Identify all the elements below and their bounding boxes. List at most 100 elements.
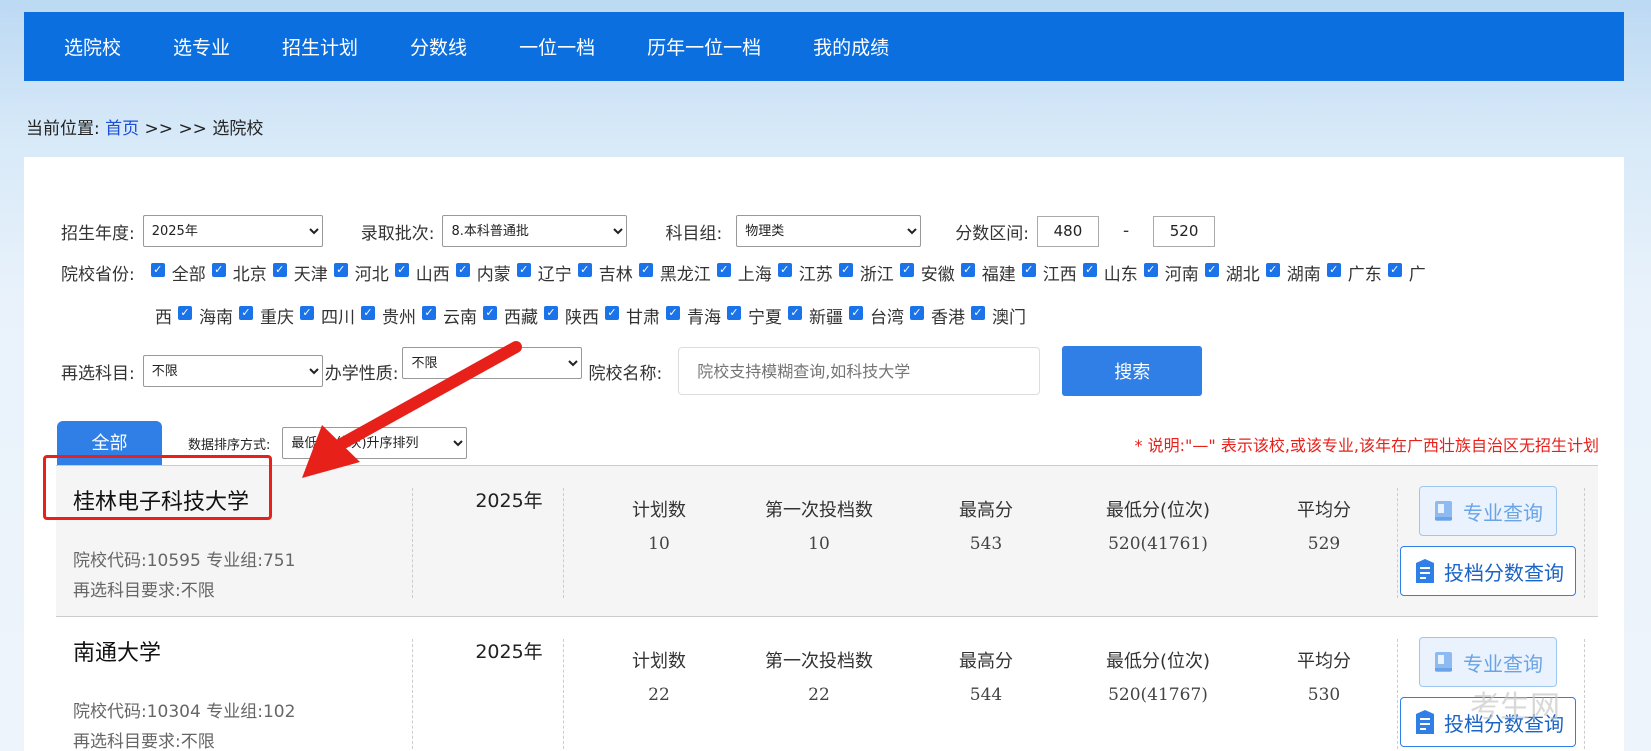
- checkbox-checked-icon[interactable]: ✓: [727, 305, 741, 320]
- document-chart-icon: [1416, 710, 1434, 734]
- province-option[interactable]: ✓ 甘肃: [605, 303, 660, 328]
- province-option[interactable]: ✓ 青海: [666, 303, 721, 328]
- checkbox-checked-icon[interactable]: ✓: [516, 262, 531, 277]
- stat-header: 第一次投档数: [765, 500, 873, 521]
- province-option[interactable]: ✓ 浙江: [838, 260, 894, 285]
- search-button[interactable]: 搜索: [1062, 346, 1203, 396]
- province-option[interactable]: ✓ 天津: [272, 260, 328, 285]
- sort-select[interactable]: 最低分(位次)升序排列: [282, 427, 468, 459]
- province-name: 辽宁: [537, 265, 572, 285]
- checkbox-checked-icon[interactable]: ✓: [1204, 262, 1219, 277]
- nature-select[interactable]: 不限: [402, 347, 583, 379]
- nav-enrollment-plan[interactable]: 招生计划: [282, 33, 358, 60]
- checkbox-checked-icon[interactable]: ✓: [361, 305, 375, 320]
- score-min-input[interactable]: [1036, 215, 1099, 247]
- breadcrumb-home-link[interactable]: 首页: [105, 119, 139, 139]
- checkbox-checked-icon[interactable]: ✓: [838, 262, 853, 277]
- checkbox-checked-icon[interactable]: ✓: [605, 305, 619, 320]
- school-name[interactable]: 南通大学: [73, 635, 161, 667]
- province-option[interactable]: ✓ 黑龙江: [638, 260, 711, 285]
- province-option[interactable]: ✓ 河北: [333, 260, 389, 285]
- checkbox-checked-icon[interactable]: ✓: [455, 262, 470, 277]
- checkbox-checked-icon[interactable]: ✓: [394, 262, 409, 277]
- province-option[interactable]: ✓ 北京: [211, 260, 267, 285]
- checkbox-checked-icon[interactable]: ✓: [1143, 262, 1158, 277]
- province-option[interactable]: ✓ 香港: [910, 303, 965, 328]
- subject-group-select[interactable]: 物理类: [736, 215, 922, 247]
- checkbox-checked-icon[interactable]: ✓: [272, 262, 287, 277]
- province-option[interactable]: ✓ 上海: [716, 260, 772, 285]
- result-card: 南通大学 院校代码:10304 专业组:102 再选科目要求:不限 2025年 …: [56, 617, 1598, 751]
- nav-select-major[interactable]: 选专业: [173, 33, 230, 60]
- major-query-button[interactable]: 专业查询: [1419, 486, 1557, 536]
- province-option[interactable]: ✓ 广东: [1326, 260, 1382, 285]
- province-option[interactable]: ✓ 西藏: [483, 303, 538, 328]
- checkbox-checked-icon[interactable]: ✓: [971, 305, 985, 320]
- major-query-button[interactable]: 专业查询: [1419, 637, 1557, 687]
- province-option[interactable]: ✓ 湖南: [1265, 260, 1321, 285]
- checkbox-checked-icon[interactable]: ✓: [577, 262, 592, 277]
- checkbox-checked-icon[interactable]: ✓: [666, 305, 680, 320]
- province-option[interactable]: ✓ 新疆: [788, 303, 843, 328]
- province-option[interactable]: ✓ 福建: [960, 260, 1016, 285]
- province-option[interactable]: ✓ 全部: [150, 260, 206, 285]
- reselect-select[interactable]: 不限: [142, 355, 323, 387]
- year-select[interactable]: 2025年: [142, 215, 323, 247]
- stat-value: 544: [969, 685, 1003, 705]
- checkbox-checked-icon[interactable]: ✓: [333, 262, 348, 277]
- province-option[interactable]: ✓ 云南: [422, 303, 477, 328]
- checkbox-checked-icon[interactable]: ✓: [1265, 262, 1280, 277]
- stat-min-score: 最低分(位次) 520(41761): [1073, 496, 1243, 554]
- checkbox-checked-icon[interactable]: ✓: [1326, 262, 1341, 277]
- checkbox-checked-icon[interactable]: ✓: [178, 305, 192, 320]
- province-option[interactable]: ✓ 吉林: [577, 260, 633, 285]
- checkbox-checked-icon[interactable]: ✓: [300, 305, 314, 320]
- checkbox-checked-icon[interactable]: ✓: [777, 262, 792, 277]
- checkbox-checked-icon[interactable]: ✓: [638, 262, 653, 277]
- stat-min-score: 最低分(位次) 520(41767): [1073, 647, 1243, 705]
- province-option[interactable]: ✓ 贵州: [361, 303, 416, 328]
- checkbox-checked-icon[interactable]: ✓: [716, 262, 731, 277]
- checkbox-checked-icon[interactable]: ✓: [849, 305, 863, 320]
- checkbox-checked-icon[interactable]: ✓: [211, 262, 226, 277]
- nav-history-ranking[interactable]: 历年一位一档: [647, 33, 761, 60]
- province-option[interactable]: ✓ 山西: [394, 260, 450, 285]
- checkbox-checked-icon[interactable]: ✓: [1082, 262, 1097, 277]
- province-option[interactable]: ✓ 澳门: [971, 303, 1026, 328]
- province-option[interactable]: ✓ 海南: [178, 303, 233, 328]
- batch-select[interactable]: 8.本科普通批: [442, 215, 628, 247]
- nav-my-score[interactable]: 我的成绩: [813, 33, 889, 60]
- province-option[interactable]: ✓ 辽宁: [516, 260, 572, 285]
- checkbox-checked-icon[interactable]: ✓: [788, 305, 802, 320]
- province-option[interactable]: ✓ 重庆: [239, 303, 294, 328]
- checkbox-checked-icon[interactable]: ✓: [960, 262, 975, 277]
- stat-avg-score: 平均分 530: [1274, 647, 1374, 705]
- province-option[interactable]: ✓ 广: [1387, 260, 1426, 285]
- checkbox-checked-icon[interactable]: ✓: [1021, 262, 1036, 277]
- checkbox-checked-icon[interactable]: ✓: [910, 305, 924, 320]
- nav-score-line[interactable]: 分数线: [410, 33, 467, 60]
- province-option[interactable]: ✓ 江苏: [777, 260, 833, 285]
- checkbox-checked-icon[interactable]: ✓: [544, 305, 558, 320]
- checkbox-checked-icon[interactable]: ✓: [899, 262, 914, 277]
- province-option[interactable]: ✓ 内蒙: [455, 260, 511, 285]
- checkbox-checked-icon[interactable]: ✓: [483, 305, 497, 320]
- province-option[interactable]: ✓ 河南: [1143, 260, 1199, 285]
- province-option[interactable]: ✓ 宁夏: [727, 303, 782, 328]
- checkbox-checked-icon[interactable]: ✓: [422, 305, 436, 320]
- school-name-input[interactable]: [678, 347, 1041, 395]
- nav-score-ranking[interactable]: 一位一档: [519, 33, 595, 60]
- province-option[interactable]: ✓ 湖北: [1204, 260, 1260, 285]
- score-query-button[interactable]: 投档分数查询: [1400, 546, 1576, 596]
- province-option[interactable]: ✓ 江西: [1021, 260, 1077, 285]
- checkbox-checked-icon[interactable]: ✓: [239, 305, 253, 320]
- province-option[interactable]: ✓ 四川: [300, 303, 355, 328]
- province-option[interactable]: ✓ 台湾: [849, 303, 904, 328]
- nav-select-school[interactable]: 选院校: [64, 33, 121, 60]
- province-option[interactable]: ✓ 山东: [1082, 260, 1138, 285]
- checkbox-checked-icon[interactable]: ✓: [1387, 262, 1402, 277]
- province-option[interactable]: ✓ 陕西: [544, 303, 599, 328]
- checkbox-checked-icon[interactable]: ✓: [150, 262, 165, 277]
- score-max-input[interactable]: [1153, 215, 1216, 247]
- province-option[interactable]: ✓ 安徽: [899, 260, 955, 285]
